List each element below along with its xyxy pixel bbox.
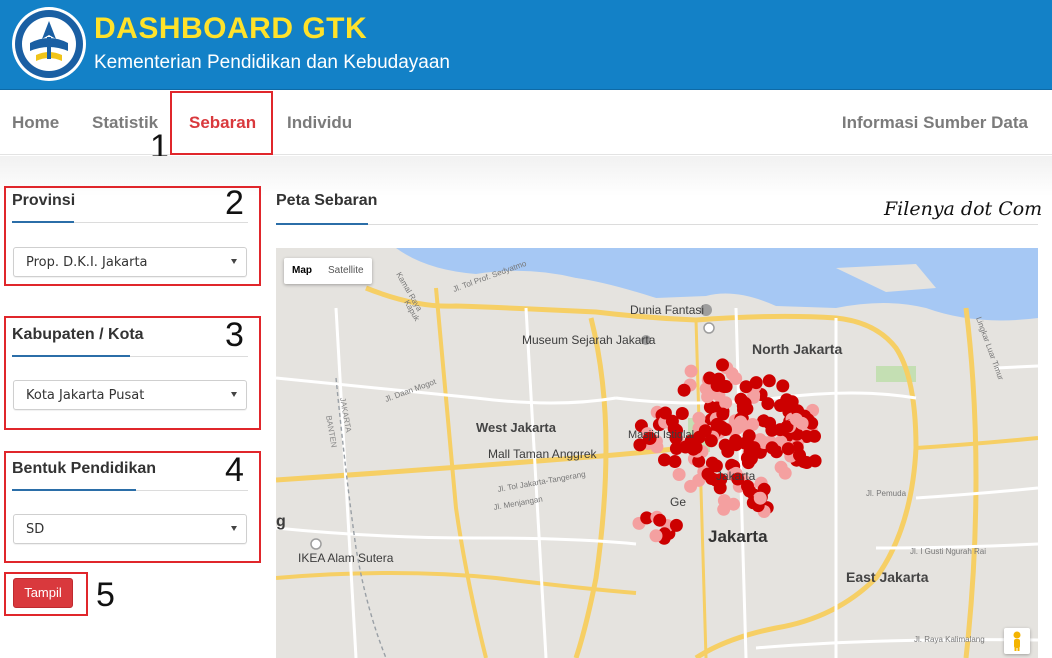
- school-marker[interactable]: [729, 372, 743, 385]
- map-label: Jakarta: [708, 527, 768, 546]
- school-marker[interactable]: [668, 455, 682, 468]
- school-marker[interactable]: [746, 418, 760, 431]
- map-label: BANTEN: [324, 415, 339, 449]
- tampil-button[interactable]: Tampil: [13, 578, 73, 608]
- map-divider: [276, 224, 1038, 225]
- school-marker[interactable]: [727, 497, 740, 511]
- map-label: Museum Sejarah Jakarta: [522, 333, 656, 347]
- map-label: Ge: [670, 495, 686, 509]
- school-marker[interactable]: [684, 479, 698, 493]
- school-marker[interactable]: [677, 383, 691, 397]
- map-label: North Jakarta: [752, 341, 842, 357]
- school-marker[interactable]: [773, 423, 787, 437]
- school-markers: [632, 358, 822, 545]
- watermark-text: Filenya dot Com: [884, 198, 1043, 220]
- school-marker[interactable]: [649, 529, 663, 543]
- school-marker[interactable]: [793, 448, 806, 462]
- provinsi-select-value: Prop. D.K.I. Jakarta: [26, 255, 148, 270]
- school-marker[interactable]: [710, 417, 724, 431]
- school-marker[interactable]: [658, 406, 672, 420]
- map-label: Jl. Tol Jakarta-Tangerang: [497, 470, 586, 494]
- pegman-icon[interactable]: [1004, 628, 1030, 654]
- school-marker[interactable]: [808, 454, 822, 468]
- school-marker[interactable]: [704, 434, 718, 448]
- map-label: Jl. Menjangan: [493, 494, 544, 512]
- map-type-map[interactable]: Map: [284, 258, 320, 284]
- school-marker[interactable]: [789, 412, 803, 426]
- school-marker[interactable]: [749, 376, 763, 390]
- annotation-number-3: 3: [225, 316, 244, 354]
- bentuk-divider-accent: [12, 489, 136, 491]
- map-type-toggle: Map Satellite: [284, 258, 372, 284]
- annotation-number-2: 2: [225, 184, 244, 222]
- map-title: Peta Sebaran: [276, 192, 378, 209]
- kabupaten-title: Kabupaten / Kota: [12, 326, 144, 343]
- app-subtitle: Kementerian Pendidikan dan Kebudayaan: [94, 52, 450, 73]
- school-marker[interactable]: [701, 467, 715, 481]
- school-marker[interactable]: [672, 468, 686, 481]
- chevron-down-icon: [231, 392, 237, 397]
- chevron-down-icon: [231, 526, 237, 531]
- school-marker[interactable]: [761, 397, 775, 411]
- school-marker[interactable]: [781, 442, 795, 456]
- page: DASHBOARD GTK Kementerian Pendidikan dan…: [0, 0, 1052, 658]
- map-label: Masjid Istiqlal: [628, 429, 694, 441]
- school-marker[interactable]: [716, 358, 729, 372]
- poi-marker: [703, 322, 715, 334]
- map-label: IKEA Alam Sutera: [298, 551, 394, 565]
- provinsi-title: Provinsi: [12, 192, 76, 209]
- nav-statistik[interactable]: Statistik: [92, 113, 158, 133]
- app-title: DASHBOARD GTK: [94, 12, 368, 45]
- school-marker[interactable]: [738, 396, 752, 410]
- bentuk-select-value: SD: [26, 522, 45, 537]
- school-marker[interactable]: [774, 399, 787, 412]
- nav-home[interactable]: Home: [12, 113, 59, 133]
- annotation-number-5: 5: [96, 576, 115, 614]
- school-marker[interactable]: [684, 364, 698, 378]
- chevron-down-icon: [231, 259, 237, 264]
- map-label: Dunia Fantasi: [630, 303, 704, 317]
- poi-marker: [310, 538, 322, 550]
- pegman-figure: [1013, 631, 1021, 651]
- school-marker[interactable]: [669, 518, 683, 532]
- kabupaten-select[interactable]: Kota Jakarta Pusat: [13, 380, 247, 410]
- map-label: g: [276, 513, 286, 530]
- map-canvas: Dunia Fantasi Museum Sejarah Jakarta Nor…: [276, 248, 1038, 658]
- map-divider-accent: [276, 223, 368, 225]
- map-label: West Jakarta: [476, 420, 557, 435]
- header-bar: DASHBOARD GTK Kementerian Pendidikan dan…: [0, 0, 1052, 90]
- provinsi-select[interactable]: Prop. D.K.I. Jakarta: [13, 247, 247, 277]
- map-label: Jl. Pemuda: [866, 489, 907, 498]
- annotation-box-1: [170, 91, 273, 155]
- school-marker[interactable]: [744, 452, 758, 466]
- map-label: Jl. Raya Kalimalang: [914, 635, 985, 644]
- map-view[interactable]: Dunia Fantasi Museum Sejarah Jakarta Nor…: [276, 248, 1038, 658]
- school-marker[interactable]: [686, 442, 700, 456]
- school-marker[interactable]: [742, 429, 756, 443]
- provinsi-divider-accent: [12, 221, 74, 223]
- bentuk-select[interactable]: SD: [13, 514, 247, 544]
- map-type-satellite[interactable]: Satellite: [320, 258, 372, 284]
- bentuk-title: Bentuk Pendidikan: [12, 460, 157, 477]
- map-label: Jakarta: [716, 469, 756, 483]
- nav-individu[interactable]: Individu: [287, 113, 352, 133]
- kabupaten-divider-accent: [12, 355, 130, 357]
- school-marker[interactable]: [774, 460, 788, 474]
- map-label: Mall Taman Anggrek: [488, 447, 598, 461]
- school-marker[interactable]: [710, 379, 724, 392]
- annotation-number-4: 4: [225, 451, 244, 489]
- school-marker[interactable]: [765, 441, 779, 455]
- kabupaten-select-value: Kota Jakarta Pusat: [26, 388, 145, 403]
- school-marker[interactable]: [653, 513, 667, 527]
- school-marker[interactable]: [729, 438, 743, 452]
- school-marker[interactable]: [776, 379, 790, 393]
- map-label: Jl. I Gusti Ngurah Rai: [910, 547, 986, 556]
- kemdikbud-logo-icon: [12, 7, 86, 81]
- map-label: Lingkar Luar Timur: [974, 316, 1005, 382]
- school-marker[interactable]: [762, 374, 776, 388]
- school-marker[interactable]: [808, 429, 821, 443]
- school-marker[interactable]: [753, 491, 767, 505]
- map-label: East Jakarta: [846, 569, 929, 585]
- nav-informasi-sumber-data[interactable]: Informasi Sumber Data: [842, 113, 1028, 133]
